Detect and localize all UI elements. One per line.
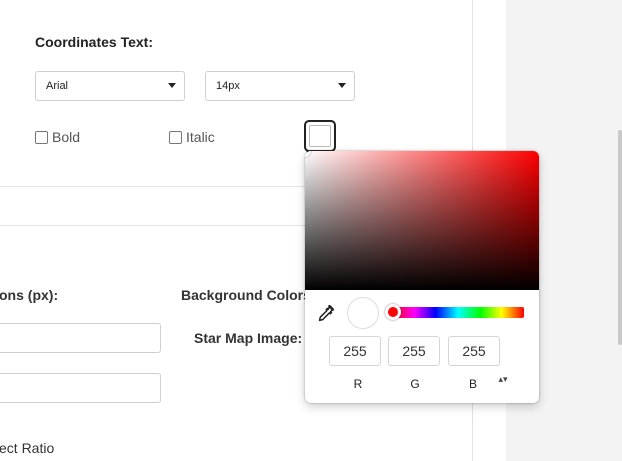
font-family-select[interactable]: Arial <box>35 71 185 101</box>
italic-checkbox-box[interactable] <box>169 130 182 144</box>
red-label: R <box>353 377 363 391</box>
blue-input[interactable]: 255 <box>448 336 500 366</box>
saturation-handle[interactable] <box>305 151 311 157</box>
chevron-down-icon <box>338 83 346 88</box>
green-label: G <box>410 377 420 391</box>
hue-slider[interactable] <box>392 307 524 318</box>
font-family-value: Arial <box>46 80 69 92</box>
star-map-image-label: Star Map Image: <box>194 330 303 346</box>
bold-checkbox[interactable]: Bold <box>35 129 80 145</box>
italic-checkbox[interactable]: Italic <box>169 129 215 145</box>
italic-label: Italic <box>186 129 215 145</box>
text-color-swatch <box>309 125 331 147</box>
aspect-ratio-label: ect Ratio <box>0 440 55 456</box>
scrollbar-thumb[interactable] <box>618 130 622 345</box>
hue-slider-handle[interactable] <box>385 304 401 320</box>
font-size-select[interactable]: 14px <box>205 71 355 101</box>
background-colors-label: Background Colors: <box>181 287 316 303</box>
dimensions-label: ons (px): <box>0 287 59 303</box>
coordinates-text-heading: Coordinates Text: <box>35 34 153 50</box>
color-picker-popup: 255 255 255 R G B ▴▾ <box>305 151 539 403</box>
color-mode-toggle[interactable]: ▴▾ <box>498 375 508 390</box>
bold-label: Bold <box>52 129 81 145</box>
blue-label: B <box>468 377 477 391</box>
green-input[interactable]: 255 <box>388 336 440 366</box>
color-preview <box>347 297 379 329</box>
height-input[interactable] <box>0 373 161 403</box>
red-input[interactable]: 255 <box>329 336 381 366</box>
text-color-swatch-button[interactable] <box>304 120 336 152</box>
font-size-value: 14px <box>216 80 240 92</box>
chevron-down-icon <box>168 83 176 88</box>
eyedropper-icon[interactable] <box>317 304 335 322</box>
bold-checkbox-box[interactable] <box>35 130 48 144</box>
saturation-area[interactable] <box>305 151 539 290</box>
width-input[interactable] <box>0 323 161 353</box>
